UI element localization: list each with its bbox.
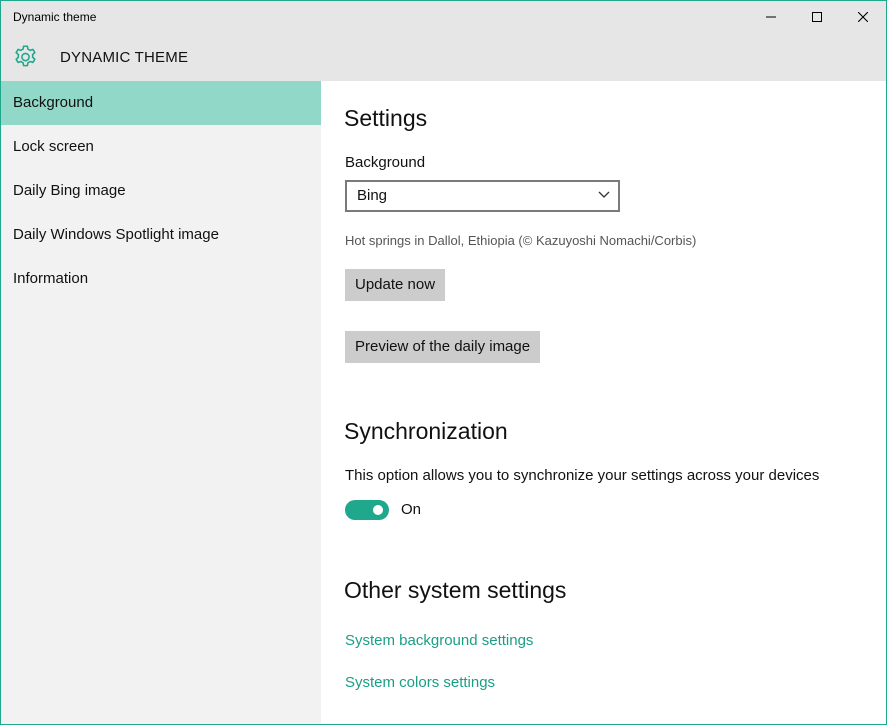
gear-icon[interactable] xyxy=(12,44,39,71)
preview-daily-image-button[interactable]: Preview of the daily image xyxy=(345,331,541,363)
sync-toggle[interactable] xyxy=(345,500,389,520)
sidebar-item-daily-spotlight-image[interactable]: Daily Windows Spotlight image xyxy=(1,213,321,257)
settings-heading: Settings xyxy=(344,105,428,131)
close-button[interactable] xyxy=(840,1,886,33)
system-colors-settings-link[interactable]: System colors settings xyxy=(345,674,495,691)
other-settings-heading: Other system settings xyxy=(344,577,567,603)
image-caption: Hot springs in Dallol, Ethiopia (© Kazuy… xyxy=(345,233,697,248)
update-now-button[interactable]: Update now xyxy=(345,269,446,301)
chevron-down-icon xyxy=(598,191,610,198)
minimize-button[interactable] xyxy=(748,1,794,33)
app-title: DYNAMIC THEME xyxy=(60,49,189,66)
maximize-button[interactable] xyxy=(794,1,840,33)
maximize-icon xyxy=(812,12,822,22)
sidebar-item-information[interactable]: Information xyxy=(1,257,321,301)
system-background-settings-link[interactable]: System background settings xyxy=(345,632,533,649)
window-title: Dynamic theme xyxy=(13,10,97,24)
title-bar[interactable]: Dynamic theme xyxy=(1,1,886,33)
synchronization-heading: Synchronization xyxy=(344,418,508,444)
app-window: Dynamic theme DYNAMIC THEME Background L… xyxy=(0,0,887,725)
background-select-value: Bing xyxy=(357,187,388,204)
sync-toggle-label: On xyxy=(401,501,422,518)
background-select[interactable]: Bing xyxy=(345,180,620,212)
sync-description: This option allows you to synchronize yo… xyxy=(345,467,820,484)
sidebar-item-background[interactable]: Background xyxy=(1,81,321,125)
toggle-knob xyxy=(373,505,383,515)
sidebar-item-daily-bing-image[interactable]: Daily Bing image xyxy=(1,169,321,213)
sidebar: Background Lock screen Daily Bing image … xyxy=(1,81,321,724)
minimize-icon xyxy=(766,16,776,18)
main-content: Settings Background Bing Hot springs in … xyxy=(321,81,886,724)
app-header: DYNAMIC THEME xyxy=(1,33,886,81)
background-label: Background xyxy=(345,154,426,171)
close-icon xyxy=(858,12,868,22)
sidebar-item-lock-screen[interactable]: Lock screen xyxy=(1,125,321,169)
